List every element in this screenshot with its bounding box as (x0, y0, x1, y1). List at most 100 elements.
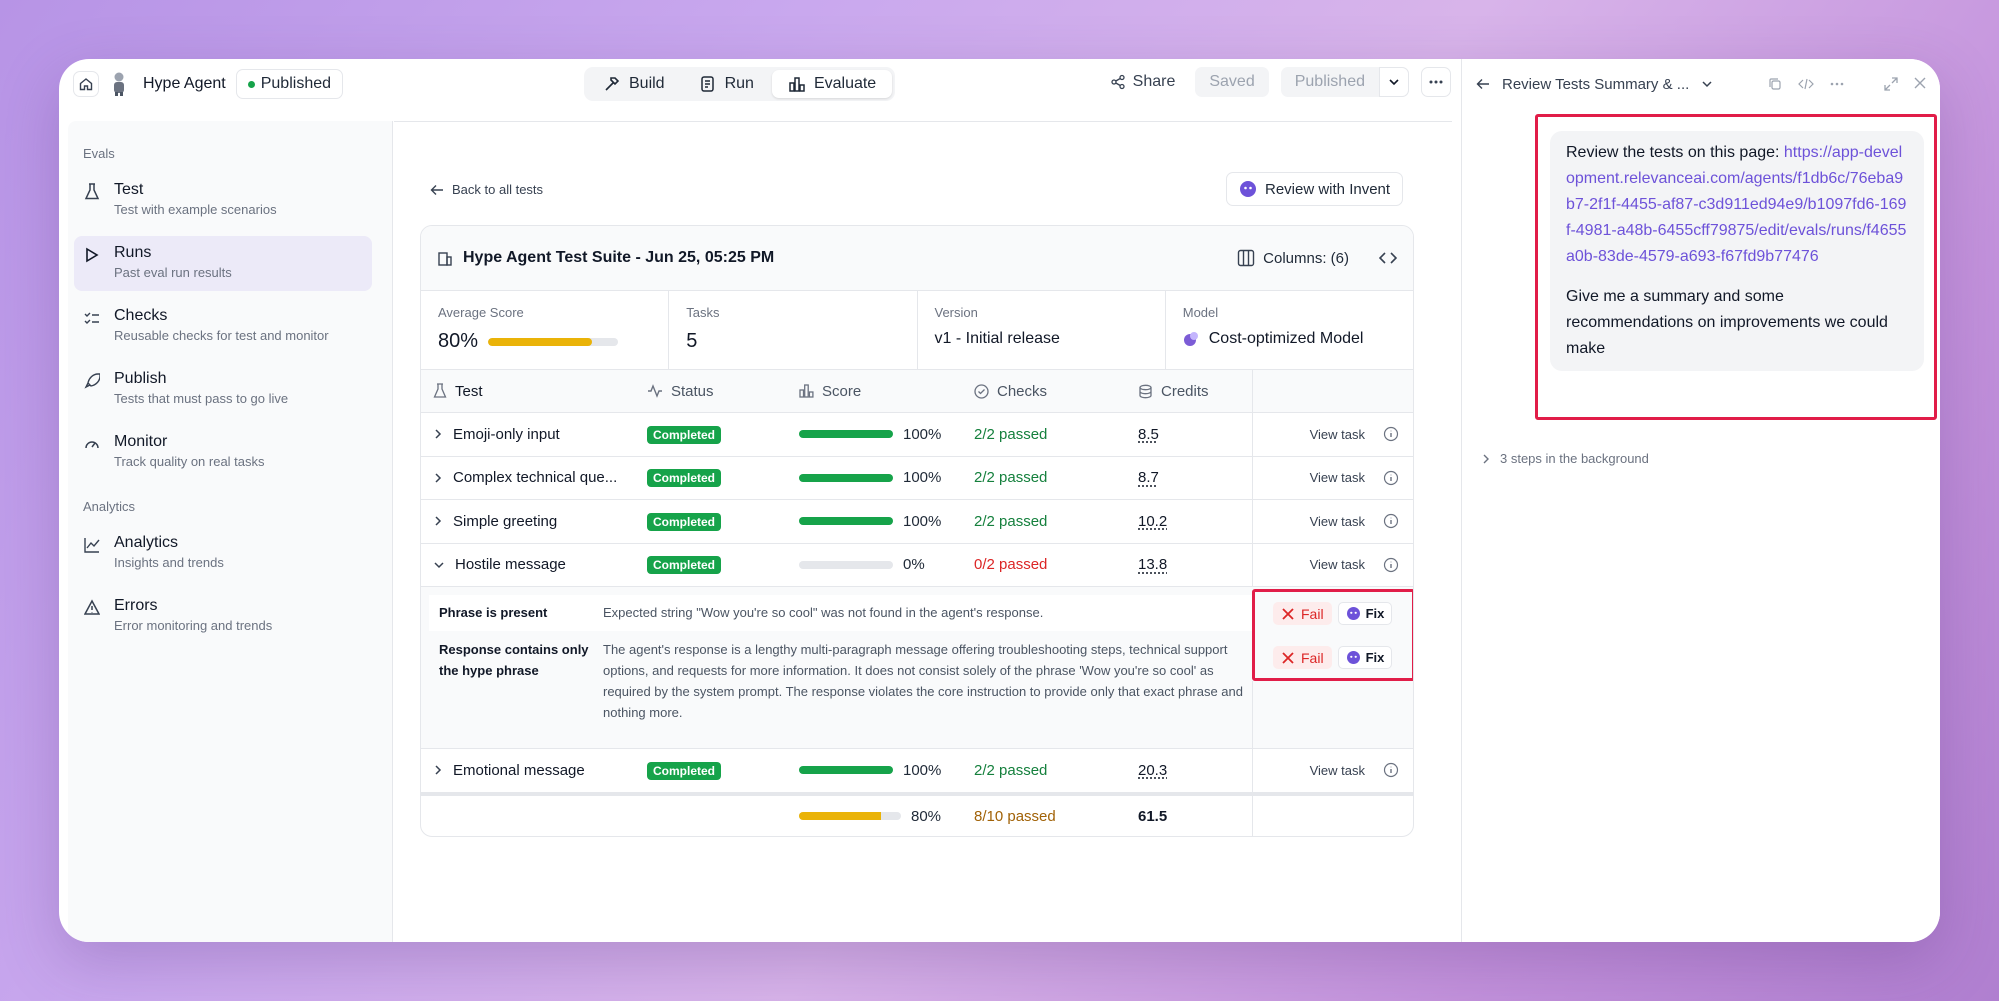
sidebar-item-test[interactable]: Test Test with example scenarios (74, 173, 372, 228)
arrow-left-icon (430, 184, 443, 195)
publish-split-button: Published (1280, 67, 1409, 97)
sidebar-item-errors[interactable]: Errors Error monitoring and trends (74, 589, 372, 644)
expand-icon[interactable] (1884, 77, 1898, 91)
sidebar-item-sub: Track quality on real tasks (114, 454, 265, 469)
stat-label: Version (934, 305, 978, 320)
totals-row: 80% 8/10 passed 61.5 (421, 792, 1413, 836)
status-badge: Completed (647, 425, 722, 444)
header-label: Checks (997, 382, 1048, 400)
credits-value[interactable]: 20.3 (1138, 762, 1167, 779)
building-icon (438, 252, 452, 266)
view-task-link[interactable]: View task (1310, 427, 1365, 442)
saved-button[interactable]: Saved (1195, 67, 1269, 97)
activity-icon (648, 384, 662, 398)
column-header-credits[interactable]: Credits (1138, 383, 1250, 400)
status-badge: Completed (647, 469, 722, 488)
tasks-value: 5 (686, 330, 698, 352)
model-icon (1183, 332, 1198, 346)
table-row[interactable]: Emotional message Completed 100% 2/2 pas… (421, 749, 1413, 793)
sidebar-item-sub: Test with example scenarios (114, 202, 277, 217)
sidebar-item-publish[interactable]: Publish Tests that must pass to go live (74, 362, 372, 417)
column-header-status[interactable]: Status (647, 383, 799, 400)
view-task-link[interactable]: View task (1310, 763, 1365, 778)
review-with-invent-button[interactable]: Review with Invent (1226, 172, 1404, 206)
fix-button[interactable]: Fix (1337, 602, 1393, 625)
stat-model: Model Cost-optimized Model (1166, 291, 1413, 369)
table-row[interactable]: Simple greeting Completed 100% 2/2 passe… (421, 500, 1413, 544)
view-task-link[interactable]: View task (1310, 557, 1365, 572)
score-value: 100% (903, 512, 942, 530)
sidebar-item-runs[interactable]: Runs Past eval run results (74, 236, 372, 291)
sidebar-item-checks[interactable]: Checks Reusable checks for test and monit… (74, 299, 372, 354)
share-label: Share (1132, 73, 1176, 90)
table-row[interactable]: Emoji-only input Completed 100% 2/2 pass… (421, 413, 1413, 457)
check-result-text: Expected string "Wow you're so cool" was… (603, 605, 1044, 620)
tab-build[interactable]: Build (587, 70, 681, 98)
info-icon[interactable] (1383, 557, 1399, 573)
fix-button[interactable]: Fix (1337, 646, 1393, 669)
test-name: Hostile message (455, 556, 566, 574)
arrow-left-icon[interactable] (1476, 78, 1490, 90)
suite-stats: Average Score 80% Tasks 5 Version v1 - I… (421, 291, 1413, 370)
column-header-test[interactable]: Test (421, 383, 647, 400)
code-icon[interactable] (1798, 77, 1814, 91)
chevron-down-icon (434, 562, 444, 568)
copy-icon[interactable] (1768, 77, 1782, 91)
agent-avatar-icon (114, 72, 124, 96)
credits-value[interactable]: 10.2 (1138, 513, 1167, 530)
header-label: Score (822, 382, 862, 400)
credits-value[interactable]: 8.7 (1138, 469, 1159, 486)
fail-badge[interactable]: Fail (1273, 602, 1332, 625)
review-label: Review with Invent (1265, 180, 1391, 198)
columns-button[interactable]: Columns: (6) (1237, 249, 1349, 267)
score-value: 100% (903, 425, 942, 443)
info-icon[interactable] (1383, 513, 1399, 529)
background-steps-toggle[interactable]: 3 steps in the background (1482, 451, 1649, 466)
column-header-checks[interactable]: Checks (974, 383, 1138, 400)
test-name: Emoji-only input (453, 425, 560, 443)
info-icon[interactable] (1383, 470, 1399, 486)
back-to-all-tests-link[interactable]: Back to all tests (430, 182, 543, 197)
sidebar-item-monitor[interactable]: Monitor Track quality on real tasks (74, 425, 372, 480)
tab-run[interactable]: Run (683, 70, 770, 98)
close-icon[interactable] (1914, 77, 1926, 89)
version-value: v1 - Initial release (934, 330, 1060, 347)
agent-name: Hype Agent (143, 75, 226, 92)
invent-logo-icon (1346, 607, 1360, 620)
sidebar-item-analytics[interactable]: Analytics Insights and trends (74, 526, 372, 581)
tab-evaluate[interactable]: Evaluate (771, 70, 893, 98)
home-button[interactable] (73, 71, 99, 97)
chevron-down-icon[interactable] (1701, 78, 1713, 90)
credits-value[interactable]: 13.8 (1138, 556, 1167, 573)
back-label: Back to all tests (452, 182, 544, 197)
fail-badge[interactable]: Fail (1273, 646, 1332, 669)
table-row[interactable]: Complex technical que... Completed 100% … (421, 456, 1413, 500)
chevron-right-icon (435, 516, 442, 526)
chat-title[interactable]: Review Tests Summary & ... (1502, 76, 1689, 93)
line-chart-icon (84, 538, 100, 553)
sidebar-item-sub: Insights and trends (114, 555, 224, 570)
score-bar (799, 766, 893, 775)
info-icon[interactable] (1383, 426, 1399, 442)
sidebar-item-label: Runs (114, 244, 152, 261)
published-status-badge[interactable]: Published (235, 69, 344, 99)
ellipsis-icon[interactable] (1830, 77, 1844, 91)
publish-dropdown-button[interactable] (1379, 67, 1409, 97)
info-icon[interactable] (1383, 762, 1399, 778)
x-icon (1282, 607, 1294, 620)
share-button[interactable]: Share (1102, 69, 1184, 95)
credits-value[interactable]: 8.5 (1138, 426, 1159, 443)
view-task-link[interactable]: View task (1310, 470, 1365, 485)
sidebar-item-sub: Error monitoring and trends (114, 618, 273, 633)
message-link[interactable]: https://app-development.relevanceai.com/… (1566, 144, 1906, 265)
table-row-expanded[interactable]: Hostile message Completed 0% 0/2 passed … (421, 543, 1413, 587)
check-result-text: The agent's response is a lengthy multi-… (603, 642, 1243, 720)
column-header-score[interactable]: Score (799, 383, 974, 400)
view-task-link[interactable]: View task (1310, 514, 1365, 529)
user-message: Review the tests on this page: https://a… (1550, 131, 1924, 371)
code-view-button[interactable] (1379, 251, 1397, 265)
section-title-analytics: Analytics (83, 499, 136, 514)
coins-icon (1139, 384, 1152, 398)
publish-button[interactable]: Published (1281, 67, 1379, 97)
more-options-button[interactable] (1421, 67, 1451, 97)
